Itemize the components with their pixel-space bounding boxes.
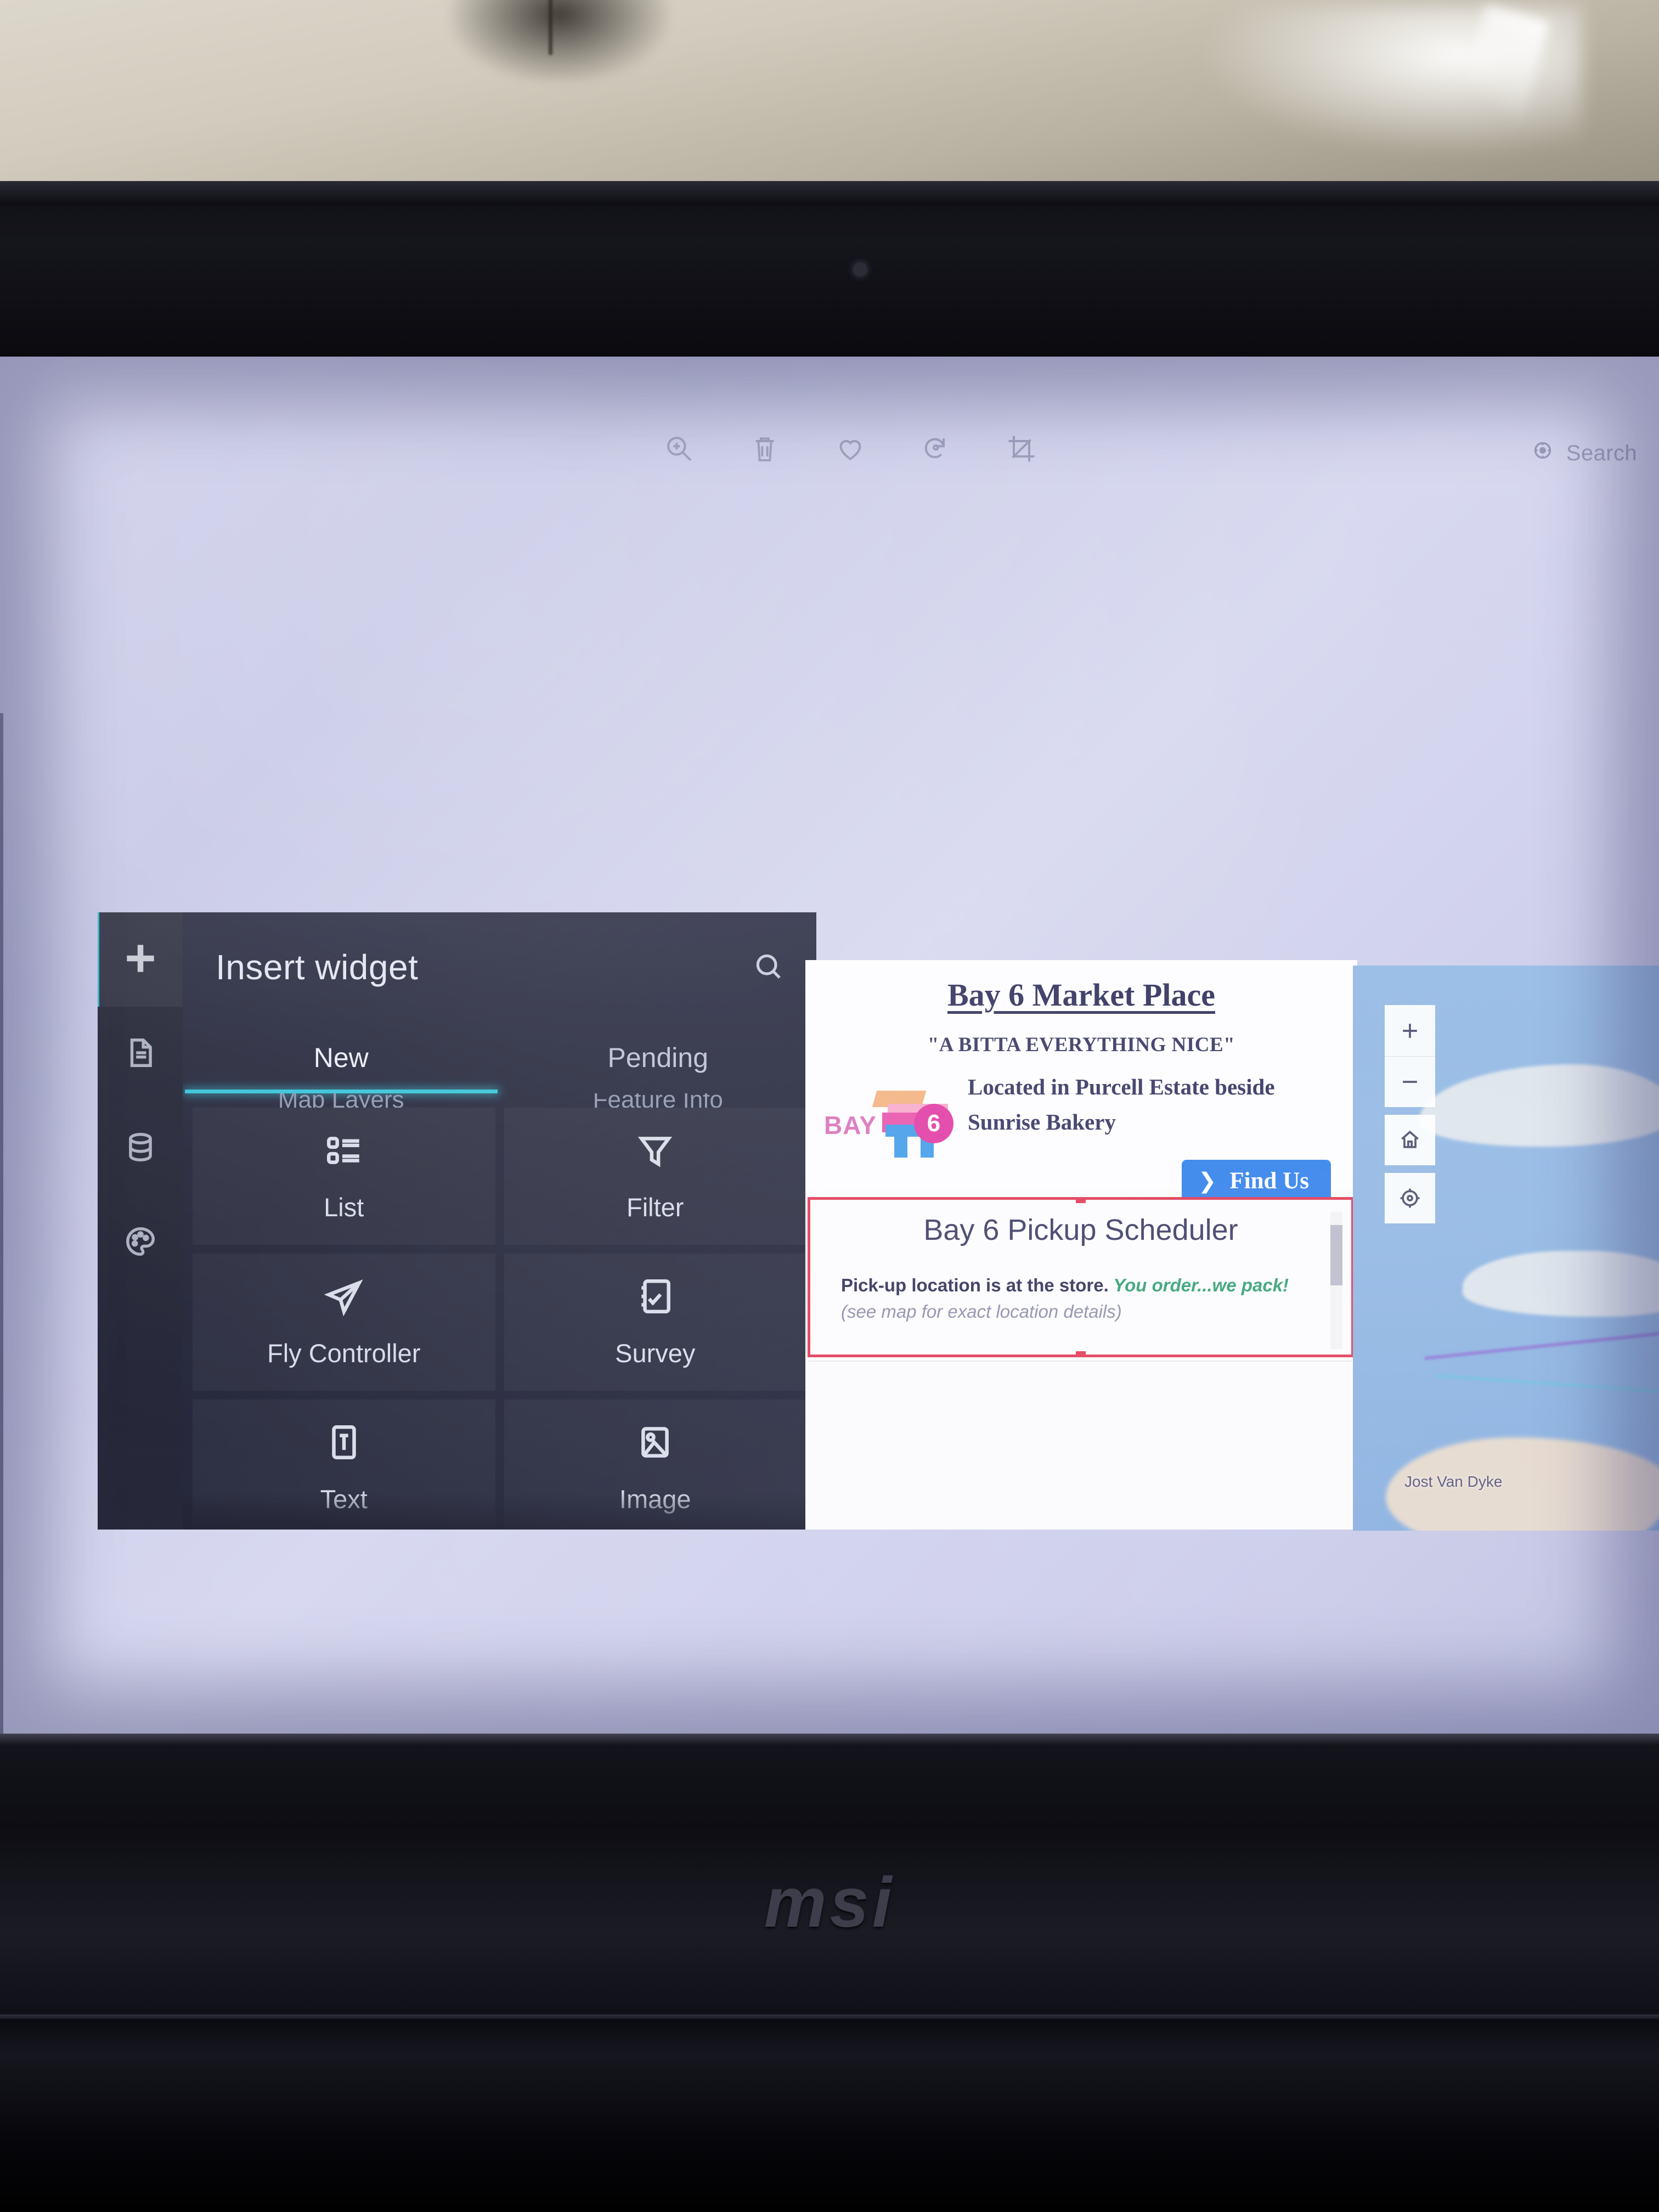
map-label-jost-van-dyke: Jost Van Dyke: [1404, 1473, 1503, 1490]
market-card-body: BAY 6 Located in Purcell Estate beside S…: [822, 1070, 1341, 1158]
search-icon: [753, 954, 783, 984]
logo-cart-leg: [894, 1132, 907, 1158]
tab-pending-label: Pending: [607, 1042, 709, 1073]
laptop-lid-bezel: [0, 181, 1659, 357]
minus-icon: [1403, 1081, 1417, 1083]
widget-tile-label: Survey: [615, 1339, 696, 1368]
map-route-cyan: [1435, 1374, 1659, 1393]
heart-icon[interactable]: [835, 433, 866, 464]
palette-icon: [123, 1224, 157, 1261]
logo-number: 6: [914, 1104, 953, 1143]
home-icon: [1401, 1130, 1419, 1148]
bay6-logo: BAY 6: [822, 1070, 959, 1158]
insert-widget-panel: Insert widget New Pending Map Layers Fea…: [183, 912, 816, 1530]
top-toolbar: Search: [0, 433, 1659, 499]
widget-grid: List Filter Fly Controller Survey: [183, 1108, 816, 1530]
plus-icon: [1403, 1023, 1417, 1038]
widget-tile-list[interactable]: List: [193, 1108, 495, 1245]
find-us-label: Find Us: [1229, 1168, 1309, 1194]
search-label: Search: [1566, 441, 1637, 465]
clipped-widget-row: Map Layers Feature Info: [183, 1093, 816, 1108]
widget-tile-filter[interactable]: Filter: [504, 1108, 806, 1245]
scheduler-intro-green: You order...we pack!: [1108, 1275, 1289, 1295]
map-home-button[interactable]: [1385, 1115, 1435, 1165]
clipped-label-map-layers: Map Layers: [278, 1093, 404, 1108]
page-icon: [123, 1036, 157, 1073]
zoom-in-button[interactable]: [1385, 1005, 1435, 1056]
laptop-deck-shine: [0, 1734, 1659, 1746]
map-widget[interactable]: Jost Van Dyke Great Thatch Island: [1353, 966, 1659, 1531]
scheduler-intro-gray: (see map for exact location details): [841, 1301, 1122, 1322]
text-icon: [324, 1422, 364, 1465]
chandelier-shadow: [450, 0, 669, 82]
map-zoom-control: [1385, 1005, 1435, 1107]
pickup-scheduler-widget[interactable]: Bay 6 Pickup Scheduler Pick-up location …: [808, 1197, 1354, 1357]
widget-tile-label: Filter: [627, 1193, 684, 1222]
widget-tile-label: List: [324, 1193, 364, 1222]
sidebar-item-insert[interactable]: [98, 912, 183, 1007]
tab-pending[interactable]: Pending: [500, 1022, 817, 1093]
laptop-screen: Search Insert widget New Pending Map Lay…: [0, 357, 1659, 1734]
laptop-keyboard-area: [0, 2019, 1659, 2212]
clipped-label-feature-info: Feature Info: [592, 1093, 723, 1108]
map-route-purple: [1424, 1331, 1659, 1360]
laptop-lid-edge: [0, 181, 1659, 205]
map-landmass-jost-van-dyke: [1419, 1064, 1659, 1147]
brand-logo-msi: msi: [764, 1864, 895, 1942]
map-locate-button[interactable]: [1385, 1173, 1435, 1223]
market-tagline: "A BITTA EVERYTHING NICE": [927, 1034, 1235, 1056]
webcam: [853, 262, 867, 276]
scheduler-title: Bay 6 Pickup Scheduler: [923, 1214, 1238, 1246]
empty-canvas-panel: [809, 1361, 1352, 1530]
image-icon: [635, 1422, 675, 1465]
panel-search-button[interactable]: [753, 951, 783, 984]
search-button[interactable]: Search: [1530, 438, 1637, 469]
widget-tile-survey[interactable]: Survey: [504, 1254, 806, 1391]
widget-tile-fly-controller[interactable]: Fly Controller: [193, 1254, 495, 1391]
scheduler-scrollbar[interactable]: [1330, 1212, 1342, 1349]
zoom-out-button[interactable]: [1385, 1056, 1435, 1107]
photo-of-laptop-screen: Search Insert widget New Pending Map Lay…: [0, 0, 1659, 2212]
database-icon: [123, 1130, 157, 1167]
market-location-text: Located in Purcell Estate beside Sunrise…: [968, 1074, 1275, 1135]
page-title: Bay 6 Market Place: [947, 977, 1215, 1013]
panel-header: Insert widget: [183, 912, 816, 1022]
sidebar-item-theme[interactable]: [98, 1195, 183, 1290]
survey-icon: [635, 1276, 675, 1319]
panel-bottom-fade: [183, 1491, 816, 1530]
scheduler-intro: Pick-up location is at the store. You or…: [810, 1272, 1351, 1325]
search-icon: [1530, 438, 1555, 469]
widget-tile-label: Fly Controller: [267, 1339, 421, 1368]
scrollbar-thumb[interactable]: [1330, 1225, 1342, 1285]
app-viewport: Search Insert widget New Pending Map Lay…: [0, 357, 1659, 1734]
map-landmass-mid: [1463, 1251, 1659, 1317]
panel-tabs: New Pending: [183, 1022, 816, 1093]
tab-new[interactable]: New: [183, 1022, 500, 1093]
logo-word: BAY: [824, 1111, 877, 1139]
locate-icon: [1400, 1188, 1420, 1208]
scheduler-intro-bold: Pick-up location is at the store.: [841, 1275, 1109, 1295]
market-place-card: Bay 6 Market Place "A BITTA EVERYTHING N…: [805, 960, 1357, 1203]
panel-title: Insert widget: [216, 947, 419, 987]
paper-plane-icon: [324, 1276, 364, 1319]
chevron-right-icon: ❯: [1198, 1169, 1217, 1193]
list-icon: [324, 1130, 364, 1173]
zoom-in-icon[interactable]: [664, 433, 695, 464]
resize-handle-top[interactable]: [1076, 1200, 1086, 1203]
toolbar-icon-group: [664, 433, 1037, 464]
map-controls: [1385, 1005, 1435, 1231]
sidebar-item-page[interactable]: [98, 1007, 183, 1101]
chandelier-stem: [549, 0, 552, 55]
tab-new-label: New: [313, 1042, 369, 1073]
app-canvas: Bay 6 Market Place "A BITTA EVERYTHING N…: [805, 960, 1357, 1530]
left-rail: [98, 912, 183, 1530]
rotate-icon[interactable]: [921, 433, 951, 464]
sidebar-item-data[interactable]: [98, 1101, 183, 1195]
crop-icon[interactable]: [1006, 433, 1037, 464]
trash-icon[interactable]: [749, 433, 780, 464]
plus-icon: [120, 938, 161, 981]
filter-icon: [635, 1130, 675, 1173]
